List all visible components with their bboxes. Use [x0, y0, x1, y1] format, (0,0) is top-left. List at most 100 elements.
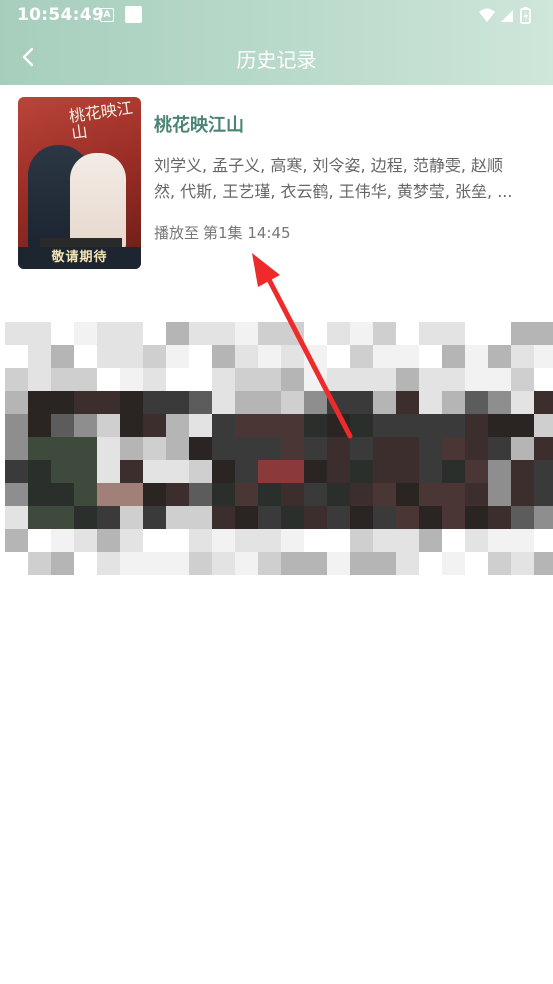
mosaic-cell — [189, 552, 212, 575]
mosaic-cell — [419, 391, 442, 414]
mosaic-cell — [120, 552, 143, 575]
mosaic-cell — [143, 391, 166, 414]
poster-image[interactable]: 桃花映江山 敬请期待 — [18, 97, 141, 269]
history-list-item[interactable]: 桃花映江山 敬请期待 桃花映江山 刘学义, 孟子义, 高寒, 刘令姿, 边程, … — [0, 85, 553, 285]
mosaic-cell — [465, 552, 488, 575]
mosaic-cell — [511, 529, 534, 552]
mosaic-cell — [442, 460, 465, 483]
mosaic-cell — [258, 391, 281, 414]
mosaic-cell — [120, 483, 143, 506]
mosaic-cell — [442, 529, 465, 552]
mosaic-cell — [74, 414, 97, 437]
mosaic-cell — [51, 460, 74, 483]
mosaic-cell — [97, 437, 120, 460]
mosaic-cell — [327, 460, 350, 483]
mosaic-cell — [327, 437, 350, 460]
mosaic-cell — [327, 391, 350, 414]
mosaic-cell — [189, 414, 212, 437]
mosaic-cell — [534, 437, 553, 460]
mosaic-cell — [304, 391, 327, 414]
mosaic-cell — [5, 414, 28, 437]
mosaic-cell — [189, 345, 212, 368]
mosaic-cell — [97, 322, 120, 345]
mosaic-cell — [281, 368, 304, 391]
mosaic-cell — [281, 483, 304, 506]
mosaic-cell — [488, 506, 511, 529]
mosaic-cell — [97, 414, 120, 437]
mosaic-cell — [143, 552, 166, 575]
mosaic-cell — [212, 529, 235, 552]
mosaic-cell — [488, 391, 511, 414]
mosaic-cell — [396, 391, 419, 414]
mosaic-cell — [258, 552, 281, 575]
mosaic-cell — [534, 529, 553, 552]
mosaic-cell — [511, 483, 534, 506]
mosaic-cell — [51, 414, 74, 437]
mosaic-cell — [534, 483, 553, 506]
mosaic-cell — [304, 552, 327, 575]
mosaic-cell — [373, 368, 396, 391]
mosaic-cell — [166, 437, 189, 460]
mosaic-cell — [51, 345, 74, 368]
mosaic-cell — [143, 345, 166, 368]
mosaic-cell — [304, 483, 327, 506]
item-title: 桃花映江山 — [154, 115, 244, 136]
mosaic-cell — [166, 414, 189, 437]
mosaic-cell — [28, 391, 51, 414]
mosaic-cell — [304, 345, 327, 368]
mosaic-cell — [511, 345, 534, 368]
mosaic-cell — [212, 552, 235, 575]
mosaic-cell — [419, 483, 442, 506]
mosaic-cell — [281, 529, 304, 552]
mosaic-cell — [166, 529, 189, 552]
mosaic-cell — [419, 552, 442, 575]
mosaic-cell — [373, 391, 396, 414]
mosaic-cell — [51, 552, 74, 575]
mosaic-cell — [120, 322, 143, 345]
mosaic-cell — [235, 345, 258, 368]
mosaic-cell — [304, 368, 327, 391]
page-title: 历史记录 — [236, 48, 317, 72]
mosaic-cell — [488, 552, 511, 575]
mosaic-cell — [419, 322, 442, 345]
mosaic-cell — [465, 368, 488, 391]
mosaic-cell — [373, 345, 396, 368]
mosaic-cell — [74, 345, 97, 368]
mosaic-cell — [396, 460, 419, 483]
notification-square-icon — [125, 6, 142, 23]
progress-value: 第1集 14:45 — [203, 224, 291, 242]
mosaic-cell — [120, 506, 143, 529]
mosaic-cell — [212, 391, 235, 414]
mosaic-cell — [258, 368, 281, 391]
mosaic-cell — [235, 506, 258, 529]
mosaic-cell — [442, 483, 465, 506]
mosaic-cell — [189, 368, 212, 391]
mosaic-cell — [143, 414, 166, 437]
mosaic-cell — [5, 460, 28, 483]
item-cast: 刘学义, 孟子义, 高寒, 刘令姿, 边程, 范静雯, 赵顺 然, 代斯, 王艺… — [154, 153, 526, 205]
mosaic-cell — [304, 437, 327, 460]
mosaic-cell — [419, 414, 442, 437]
mosaic-cell — [258, 460, 281, 483]
mosaic-cell — [166, 460, 189, 483]
mosaic-cell — [120, 345, 143, 368]
title-bar: 历史记录 — [0, 30, 553, 85]
mosaic-cell — [534, 552, 553, 575]
mosaic-cell — [97, 529, 120, 552]
mosaic-cell — [373, 437, 396, 460]
mosaic-cell — [258, 506, 281, 529]
mosaic-cell — [5, 552, 28, 575]
mosaic-cell — [74, 552, 97, 575]
mosaic-cell — [166, 391, 189, 414]
mosaic-cell — [350, 414, 373, 437]
mosaic-cell — [281, 506, 304, 529]
mosaic-cell — [74, 460, 97, 483]
mosaic-cell — [465, 483, 488, 506]
mosaic-cell — [258, 414, 281, 437]
mosaic-cell — [442, 368, 465, 391]
mosaic-cell — [396, 552, 419, 575]
cast-line-2: 然, 代斯, 王艺瑾, 衣云鹤, 王伟华, 黄梦莹, 张垒, ... — [154, 182, 513, 201]
wifi-icon — [479, 8, 495, 22]
mosaic-cell — [488, 368, 511, 391]
mosaic-cell — [419, 506, 442, 529]
